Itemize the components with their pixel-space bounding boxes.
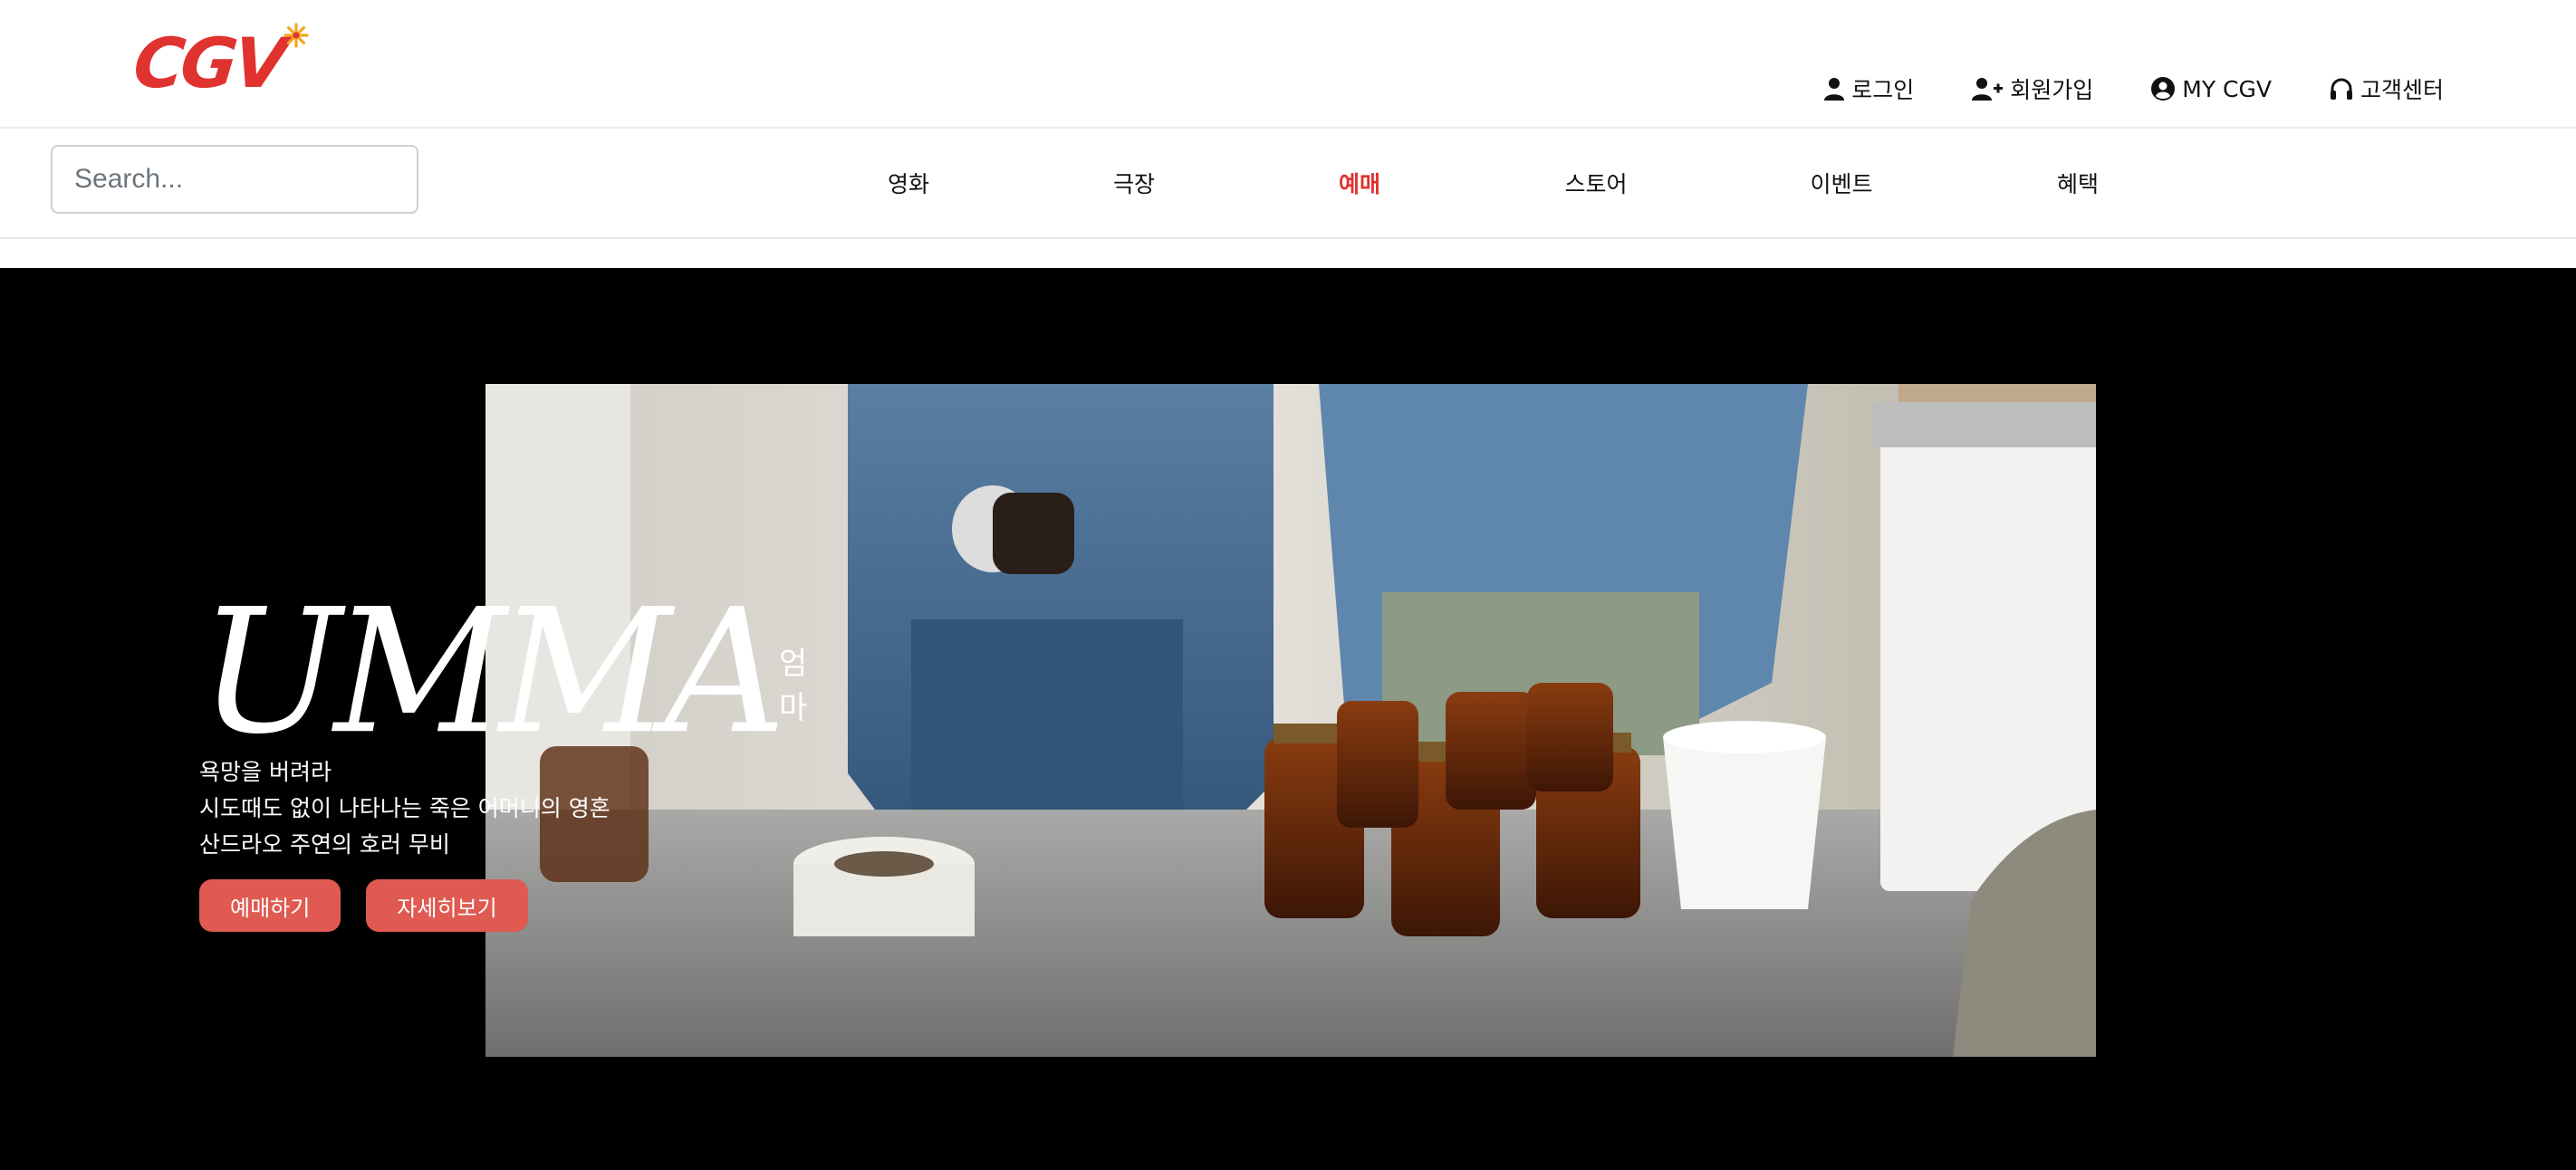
logo-text: CGV: [130, 23, 288, 103]
main-menu-bar: 영화 극장 예매 스토어 이벤트 혜택: [0, 129, 2576, 239]
user-icon: [1824, 78, 1845, 101]
description-line: 시도때도 없이 나타나는 죽은 어머니의 영혼: [199, 795, 610, 822]
customer-center-link[interactable]: 고객센터: [2330, 72, 2444, 105]
logo-star-icon: [284, 23, 309, 48]
signup-label: 회원가입: [2010, 77, 2094, 103]
top-utility-nav: 로그인 회원가입 MY CGV 고객센터: [1824, 72, 2444, 105]
hero-banner: UMMA 엄마 욕망을 버려라 시도때도 없이 나타나는 죽은 어머니의 영혼 …: [0, 268, 2576, 1170]
hero-buttons: 예매하기 자세히보기: [199, 879, 779, 933]
description-line: 산드라오 주연의 호러 무비: [199, 831, 450, 858]
my-cgv-label: MY CGV: [2182, 75, 2272, 102]
my-cgv-link[interactable]: MY CGV: [2151, 76, 2272, 102]
book-button[interactable]: 예매하기: [199, 879, 341, 933]
signup-link[interactable]: 회원가입: [1972, 72, 2093, 105]
details-button[interactable]: 자세히보기: [366, 879, 528, 933]
site-header: CGV 로그인 회원가입 MY CGV 고객센터: [0, 0, 2576, 129]
cgv-logo[interactable]: CGV: [130, 22, 315, 109]
nav-store[interactable]: 스토어: [1564, 167, 1627, 199]
nav-movies[interactable]: 영화: [888, 167, 929, 199]
nav-events[interactable]: 이벤트: [1810, 167, 1872, 199]
main-nav: 영화 극장 예매 스토어 이벤트 혜택: [0, 167, 2576, 203]
hero-info: UMMA 엄마 욕망을 버려라 시도때도 없이 나타나는 죽은 어머니의 영혼 …: [199, 571, 807, 933]
nav-benefits[interactable]: 혜택: [2057, 167, 2099, 199]
headphones-icon: [2330, 78, 2352, 100]
movie-title: UMMA 엄마: [199, 571, 807, 772]
nav-theaters[interactable]: 극장: [1113, 167, 1155, 199]
login-link[interactable]: 로그인: [1824, 72, 1914, 105]
movie-title-main: UMMA: [199, 571, 786, 772]
customer-center-label: 고객센터: [2360, 77, 2444, 103]
movie-title-korean: 엄마: [778, 646, 808, 727]
user-plus-icon: [1972, 78, 2004, 101]
nav-booking[interactable]: 예매: [1339, 167, 1380, 199]
login-label: 로그인: [1851, 77, 1915, 103]
user-circle-icon: [2151, 77, 2176, 101]
